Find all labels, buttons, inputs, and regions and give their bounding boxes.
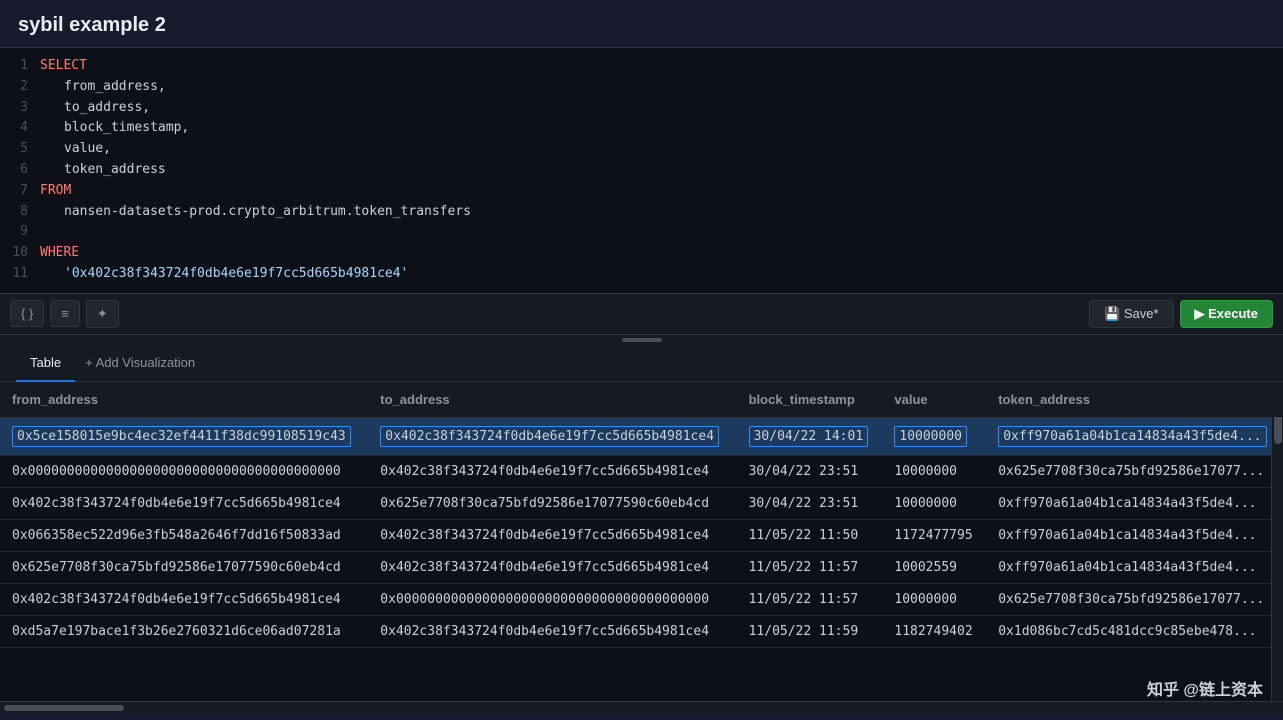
json-icon: { }	[21, 306, 33, 321]
table-header: from_address to_address block_timestamp …	[0, 382, 1283, 418]
cell-to_address: 0x402c38f343724f0db4e6e19f7cc5d665b4981c…	[368, 519, 736, 551]
list-view-button[interactable]: ≡	[50, 300, 80, 327]
save-button[interactable]: 💾 Save*	[1089, 300, 1174, 328]
cell-value: 1172477795	[882, 519, 986, 551]
col-token-address: token_address	[986, 382, 1283, 418]
cell-value: 1182749402	[882, 615, 986, 647]
cell-block_timestamp: 30/04/22 23:51	[737, 455, 883, 487]
cell-token_address: 0xff970a61a04b1ca14834a43f5de4...	[986, 487, 1283, 519]
code-line-4: 4 block_timestamp,	[0, 118, 1283, 139]
code-line-10: 10 WHERE	[0, 243, 1283, 264]
star-button[interactable]: ✦	[86, 300, 119, 328]
toolbar: { } ≡ ✦ 💾 Save* ▶ Execute	[0, 293, 1283, 335]
cell-from_address: 0x5ce158015e9bc4ec32ef4411f38dc99108519c…	[0, 417, 368, 455]
cell-block_timestamp: 30/04/22 14:01	[737, 417, 883, 455]
tab-table[interactable]: Table	[16, 345, 75, 382]
cell-value: 10000000	[882, 417, 986, 455]
cell-token_address: 0x625e7708f30ca75bfd92586e17077...	[986, 455, 1283, 487]
cell-value: 10002559	[882, 551, 986, 583]
cell-from_address: 0x402c38f343724f0db4e6e19f7cc5d665b4981c…	[0, 583, 368, 615]
table-row: 0x066358ec522d96e3fb548a2646f7dd16f50833…	[0, 519, 1283, 551]
cell-token_address: 0x1d086bc7cd5c481dcc9c85ebe478...	[986, 615, 1283, 647]
table-row: 0x625e7708f30ca75bfd92586e17077590c60eb4…	[0, 551, 1283, 583]
table-row: 0x402c38f343724f0db4e6e19f7cc5d665b4981c…	[0, 583, 1283, 615]
list-icon: ≡	[61, 306, 69, 321]
resize-handle[interactable]	[0, 335, 1283, 345]
cell-to_address: 0x625e7708f30ca75bfd92586e17077590c60eb4…	[368, 487, 736, 519]
add-visualization-button[interactable]: + Add Visualization	[75, 345, 205, 380]
col-to-address: to_address	[368, 382, 736, 418]
data-table-container[interactable]: from_address to_address block_timestamp …	[0, 382, 1283, 701]
horizontal-scrollbar-thumb[interactable]	[4, 705, 124, 711]
code-line-9: 9	[0, 222, 1283, 243]
code-line-1: 1 SELECT	[0, 56, 1283, 77]
cell-token_address: 0xff970a61a04b1ca14834a43f5de4...	[986, 551, 1283, 583]
cell-value: 10000000	[882, 455, 986, 487]
horizontal-scrollbar[interactable]	[0, 701, 1283, 713]
cell-token_address: 0xff970a61a04b1ca14834a43f5de4...	[986, 519, 1283, 551]
cell-block_timestamp: 30/04/22 23:51	[737, 487, 883, 519]
cell-to_address: 0x402c38f343724f0db4e6e19f7cc5d665b4981c…	[368, 417, 736, 455]
data-table: from_address to_address block_timestamp …	[0, 382, 1283, 648]
cell-token_address: 0x625e7708f30ca75bfd92586e17077...	[986, 583, 1283, 615]
cell-to_address: 0x00000000000000000000000000000000000000…	[368, 583, 736, 615]
code-line-6: 6 token_address	[0, 160, 1283, 181]
page-title: sybil example 2	[18, 14, 1265, 37]
col-value: value	[882, 382, 986, 418]
cell-from_address: 0x402c38f343724f0db4e6e19f7cc5d665b4981c…	[0, 487, 368, 519]
json-view-button[interactable]: { }	[10, 300, 44, 327]
header: sybil example 2	[0, 0, 1283, 47]
cell-from_address: 0x066358ec522d96e3fb548a2646f7dd16f50833…	[0, 519, 368, 551]
execute-button[interactable]: ▶ Execute	[1180, 300, 1273, 328]
cell-block_timestamp: 11/05/22 11:50	[737, 519, 883, 551]
code-line-2: 2 from_address,	[0, 77, 1283, 98]
star-icon: ✦	[97, 306, 108, 322]
results-area: Table + Add Visualization from_address t…	[0, 345, 1283, 713]
table-row: 0x402c38f343724f0db4e6e19f7cc5d665b4981c…	[0, 487, 1283, 519]
cell-block_timestamp: 11/05/22 11:57	[737, 583, 883, 615]
table-row: 0x00000000000000000000000000000000000000…	[0, 455, 1283, 487]
code-line-8: 8 nansen-datasets-prod.crypto_arbitrum.t…	[0, 202, 1283, 223]
cell-to_address: 0x402c38f343724f0db4e6e19f7cc5d665b4981c…	[368, 615, 736, 647]
cell-block_timestamp: 11/05/22 11:57	[737, 551, 883, 583]
cell-to_address: 0x402c38f343724f0db4e6e19f7cc5d665b4981c…	[368, 455, 736, 487]
table-row: 0xd5a7e197bace1f3b26e2760321d6ce06ad0728…	[0, 615, 1283, 647]
cell-value: 10000000	[882, 583, 986, 615]
col-block-timestamp: block_timestamp	[737, 382, 883, 418]
cell-block_timestamp: 11/05/22 11:59	[737, 615, 883, 647]
vertical-scrollbar[interactable]	[1271, 382, 1283, 701]
code-line-11: 11 '0x402c38f343724f0db4e6e19f7cc5d665b4…	[0, 264, 1283, 285]
code-line-5: 5 value,	[0, 139, 1283, 160]
cell-from_address: 0x625e7708f30ca75bfd92586e17077590c60eb4…	[0, 551, 368, 583]
cell-from_address: 0xd5a7e197bace1f3b26e2760321d6ce06ad0728…	[0, 615, 368, 647]
divider-grip	[622, 338, 662, 342]
cell-value: 10000000	[882, 487, 986, 519]
cell-token_address: 0xff970a61a04b1ca14834a43f5de4...	[986, 417, 1283, 455]
table-body: 0x5ce158015e9bc4ec32ef4411f38dc99108519c…	[0, 417, 1283, 647]
col-from-address: from_address	[0, 382, 368, 418]
results-tabs: Table + Add Visualization	[0, 345, 1283, 382]
cell-from_address: 0x00000000000000000000000000000000000000…	[0, 455, 368, 487]
cell-to_address: 0x402c38f343724f0db4e6e19f7cc5d665b4981c…	[368, 551, 736, 583]
table-row: 0x5ce158015e9bc4ec32ef4411f38dc99108519c…	[0, 417, 1283, 455]
code-line-7: 7 FROM	[0, 181, 1283, 202]
code-line-3: 3 to_address,	[0, 98, 1283, 119]
code-editor[interactable]: 1 SELECT 2 from_address, 3 to_address, 4…	[0, 47, 1283, 293]
